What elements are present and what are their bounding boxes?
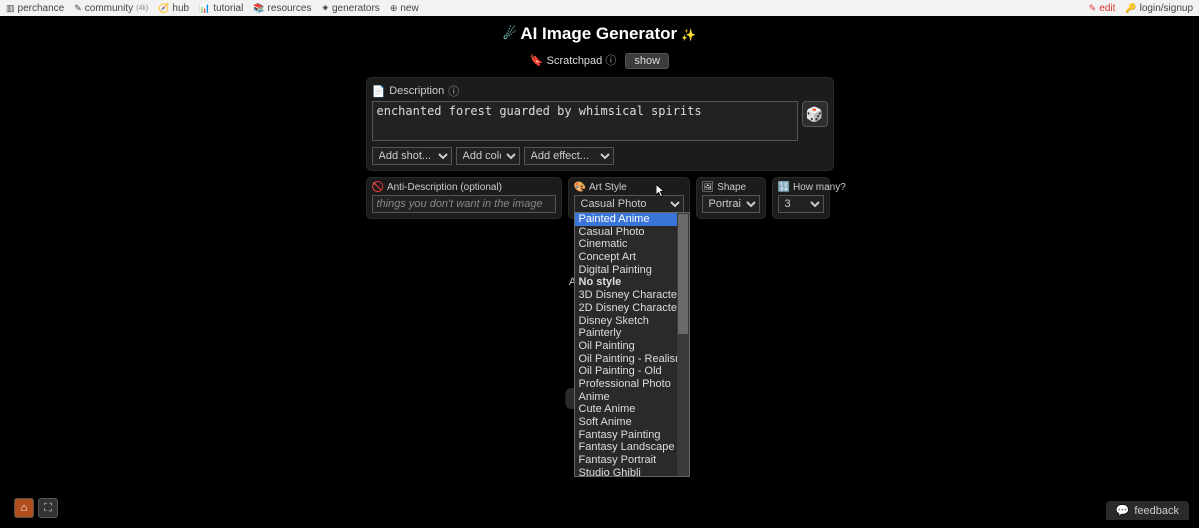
bottom-left-toolbar: ⌂ ⛶	[14, 498, 58, 518]
info-icon: ⓘ	[605, 55, 616, 67]
anti-description-input[interactable]	[372, 195, 556, 213]
artstyle-option[interactable]: No style	[575, 276, 677, 289]
artstyle-dropdown[interactable]: Painted AnimeCasual PhotoCinematicConcep…	[574, 212, 690, 477]
howmany-label: How many?	[793, 182, 846, 193]
description-label: Description	[389, 85, 444, 97]
frame-icon: 🖼	[702, 182, 715, 193]
artstyle-option[interactable]: 2D Disney Character	[575, 302, 677, 315]
new-icon: ⊕	[390, 3, 398, 14]
comet-icon: ☄	[503, 26, 516, 43]
nav-label: hub	[172, 3, 189, 14]
artstyle-option[interactable]: Fantasy Landscape	[575, 441, 677, 454]
nav-label: tutorial	[213, 3, 243, 14]
edit-link[interactable]: ✎edit	[1089, 3, 1116, 14]
dice-icon: 🎲	[806, 106, 823, 123]
artstyle-option[interactable]: Casual Photo	[575, 226, 677, 239]
color-select[interactable]: Add color...	[456, 147, 520, 165]
nav-label: resources	[268, 3, 312, 14]
perchance-icon: ▥	[6, 3, 15, 14]
artstyle-option[interactable]: Soft Anime	[575, 416, 677, 429]
nav-community[interactable]: ✎community(4k)	[74, 3, 148, 14]
palette-icon: 🎨	[574, 182, 586, 193]
shape-box: 🖼Shape Portrait	[696, 177, 766, 219]
artstyle-option[interactable]: Cinematic	[575, 238, 677, 251]
artstyle-option[interactable]: Painted Anime	[575, 213, 677, 226]
home-icon: ⌂	[21, 502, 28, 514]
anti-description-box: 🚫Anti-Description (optional)	[366, 177, 562, 219]
scratchpad-row: 🔖 Scratchpad ⓘ show	[4, 52, 1195, 69]
scratchpad-show-button[interactable]: show	[625, 53, 669, 69]
tutorial-icon: 📊	[199, 3, 210, 14]
shape-label: Shape	[717, 182, 746, 193]
nav-perchance[interactable]: ▥perchance	[6, 3, 64, 14]
artstyle-option[interactable]: Disney Sketch	[575, 315, 677, 328]
main-area: ☄AI Image Generator✨ 🔖 Scratchpad ⓘ show…	[4, 16, 1195, 524]
howmany-select[interactable]: 3	[778, 195, 824, 213]
no-icon: 🚫	[372, 182, 384, 193]
artstyle-option[interactable]: 3D Disney Character	[575, 289, 677, 302]
nav-hub[interactable]: 🧭hub	[158, 3, 189, 14]
artstyle-option[interactable]: Concept Art	[575, 251, 677, 264]
artstyle-option[interactable]: Digital Painting	[575, 264, 677, 277]
expand-icon: ⛶	[44, 502, 52, 515]
artstyle-option[interactable]: Cute Anime	[575, 403, 677, 416]
effect-select[interactable]: Add effect...	[524, 147, 614, 165]
nav-label: community	[85, 3, 133, 14]
page-title: ☄AI Image Generator✨	[4, 24, 1195, 44]
description-panel: 📄 Description ⓘ 🎲 Add shot... Add color.…	[366, 77, 834, 171]
info-icon: ⓘ	[448, 83, 459, 99]
artstyle-option[interactable]: Oil Painting - Old	[575, 365, 677, 378]
artstyle-option[interactable]: Oil Painting - Realism	[575, 353, 677, 366]
artstyle-option[interactable]: Painterly	[575, 327, 677, 340]
howmany-box: 🔢How many? 3	[772, 177, 830, 219]
fullscreen-button[interactable]: ⛶	[38, 498, 58, 518]
nav-label: perchance	[18, 3, 65, 14]
community-icon: ✎	[74, 3, 82, 14]
shot-select[interactable]: Add shot...	[372, 147, 452, 165]
feedback-label: feedback	[1134, 505, 1179, 517]
artstyle-option[interactable]: Oil Painting	[575, 340, 677, 353]
nav-new[interactable]: ⊕new	[390, 3, 419, 14]
artstyle-label: Art Style	[589, 182, 627, 193]
shape-select[interactable]: Portrait	[702, 195, 760, 213]
anti-label: Anti-Description (optional)	[387, 182, 502, 193]
nav-label: generators	[332, 3, 380, 14]
artstyle-option[interactable]: Fantasy Painting	[575, 429, 677, 442]
bookmark-icon: 🔖	[530, 55, 544, 67]
nav-resources[interactable]: 📚 resources	[253, 3, 311, 14]
home-button[interactable]: ⌂	[14, 498, 34, 518]
nav-label: new	[400, 3, 418, 14]
dropdown-scrollbar[interactable]	[677, 213, 689, 476]
description-input[interactable]	[372, 101, 798, 141]
resources-icon: 📚	[253, 3, 264, 14]
nav-tutorial[interactable]: 📊tutorial	[199, 3, 243, 14]
artstyle-option[interactable]: Studio Ghibli	[575, 467, 677, 476]
scratchpad-label: Scratchpad	[547, 55, 603, 67]
hub-icon: 🧭	[158, 3, 169, 14]
chat-icon: 💬	[1116, 504, 1130, 517]
controls-row: 🚫Anti-Description (optional) 🎨Art Style …	[366, 177, 834, 219]
artstyle-option[interactable]: Anime	[575, 391, 677, 404]
artstyle-box: 🎨Art Style Casual Photo Painted AnimeCas…	[568, 177, 690, 219]
randomize-button[interactable]: 🎲	[802, 101, 828, 127]
artstyle-select[interactable]: Casual Photo	[574, 195, 684, 213]
artstyle-option[interactable]: Fantasy Portrait	[575, 454, 677, 467]
generators-icon: ✷	[321, 3, 329, 14]
artstyle-option[interactable]: Professional Photo	[575, 378, 677, 391]
scrollbar-thumb[interactable]	[678, 214, 688, 334]
topbar: ▥perchance ✎community(4k) 🧭hub 📊tutorial 📚 re…	[0, 0, 1199, 16]
feedback-button[interactable]: 💬 feedback	[1106, 501, 1189, 520]
login-link[interactable]: 🔑login/signup	[1125, 3, 1193, 14]
nav-generators[interactable]: ✷generators	[321, 3, 379, 14]
sparkle-icon: ✨	[681, 28, 696, 42]
page-icon: 📄	[372, 85, 386, 98]
number-icon: 🔢	[778, 182, 790, 193]
